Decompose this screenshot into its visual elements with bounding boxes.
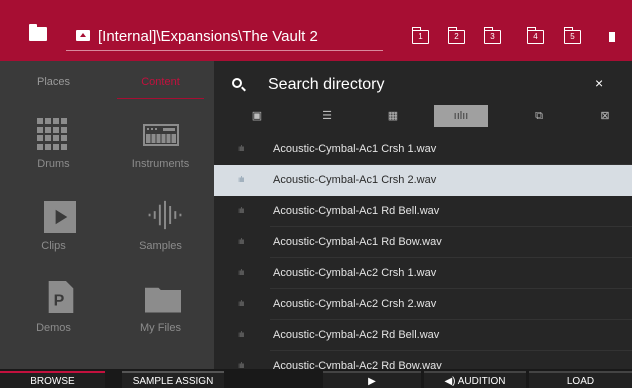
browser-main: Search directory × ▣ ☰ ▦ ıılıı ⧉ ⊠ ıılıı… bbox=[214, 61, 632, 372]
svg-text:P: P bbox=[54, 293, 65, 310]
waveform-icon bbox=[148, 200, 182, 230]
waveform-icon: ıılıı bbox=[238, 299, 245, 308]
filter-project-file-icon[interactable]: ▣ bbox=[230, 105, 284, 127]
grid-pads-icon bbox=[37, 118, 73, 150]
browse-button[interactable]: BROWSE bbox=[0, 371, 105, 388]
folder-icon[interactable] bbox=[29, 24, 47, 41]
sidebar: Places Content Drums Instruments Clips S… bbox=[0, 61, 214, 369]
search-input[interactable]: Search directory bbox=[268, 76, 385, 94]
play-button[interactable]: ▶ bbox=[323, 371, 421, 388]
close-icon[interactable]: × bbox=[595, 75, 603, 91]
favorite-slot-1[interactable]: 1 bbox=[412, 27, 429, 44]
favorite-slot-3[interactable]: 3 bbox=[484, 27, 501, 44]
search-bar[interactable]: Search directory × bbox=[214, 61, 632, 105]
search-icon[interactable] bbox=[232, 78, 242, 88]
list-item[interactable]: ıılıı Acoustic-Cymbal-Ac2 Rd Bow.wav bbox=[214, 351, 632, 372]
list-item[interactable]: ıılıı Acoustic-Cymbal-Ac2 Rd Bell.wav bbox=[214, 320, 632, 351]
demo-file-icon: P bbox=[48, 281, 74, 313]
bottom-bar: BROWSE SAMPLE ASSIGN ▶ ◀) AUDITION LOAD bbox=[0, 369, 632, 388]
filter-no-filter-icon[interactable]: ⊠ bbox=[578, 105, 632, 127]
list-item[interactable]: ıılıı Acoustic-Cymbal-Ac1 Rd Bell.wav bbox=[214, 196, 632, 227]
waveform-icon: ıılıı bbox=[238, 175, 245, 184]
filter-bar: ▣ ☰ ▦ ıılıı ⧉ ⊠ bbox=[214, 105, 632, 127]
tab-content[interactable]: Content bbox=[107, 61, 214, 103]
parent-folder-icon[interactable] bbox=[76, 30, 90, 41]
directory-path-field[interactable]: [Internal]\Expansions\The Vault 2 bbox=[66, 23, 383, 51]
keyboard-icon bbox=[143, 124, 179, 146]
waveform-icon: ıılıı bbox=[238, 144, 245, 153]
folder-icon bbox=[145, 287, 181, 313]
favorite-slot-5[interactable]: 5 bbox=[564, 27, 581, 44]
waveform-icon: ıılıı bbox=[238, 330, 245, 339]
clip-play-icon bbox=[44, 201, 76, 233]
tile-demos[interactable]: P Demos bbox=[0, 267, 107, 349]
tab-places[interactable]: Places bbox=[0, 61, 107, 103]
list-item[interactable]: ıılıı Acoustic-Cymbal-Ac2 Crsh 1.wav bbox=[214, 258, 632, 289]
list-item-selected[interactable]: ıılıı Acoustic-Cymbal-Ac1 Crsh 2.wav bbox=[214, 165, 632, 196]
filter-waveform-icon[interactable]: ıılıı bbox=[434, 105, 488, 127]
sample-assign-button[interactable]: SAMPLE ASSIGN bbox=[122, 371, 224, 388]
tile-instruments[interactable]: Instruments bbox=[107, 103, 214, 185]
menu-icon[interactable] bbox=[609, 32, 615, 42]
list-item[interactable]: ıılıı Acoustic-Cymbal-Ac1 Rd Bow.wav bbox=[214, 227, 632, 258]
waveform-icon: ıılıı bbox=[238, 206, 245, 215]
tile-clips[interactable]: Clips bbox=[0, 185, 107, 267]
filter-copy-icon[interactable]: ⧉ bbox=[512, 105, 566, 127]
list-item[interactable]: ıılıı Acoustic-Cymbal-Ac2 Crsh 2.wav bbox=[214, 289, 632, 320]
tile-my-files[interactable]: My Files bbox=[107, 267, 214, 349]
directory-path: [Internal]\Expansions\The Vault 2 bbox=[98, 28, 318, 45]
filter-sequence-icon[interactable]: ☰ bbox=[300, 105, 354, 127]
favorite-slot-2[interactable]: 2 bbox=[448, 27, 465, 44]
waveform-icon: ıılıı bbox=[238, 268, 245, 277]
load-button[interactable]: LOAD bbox=[529, 371, 632, 388]
list-item[interactable]: ıılıı Acoustic-Cymbal-Ac1 Crsh 1.wav bbox=[214, 134, 632, 165]
waveform-icon: ıılıı bbox=[238, 237, 245, 246]
favorite-slot-4[interactable]: 4 bbox=[527, 27, 544, 44]
tile-drums[interactable]: Drums bbox=[0, 103, 107, 185]
audition-button[interactable]: ◀) AUDITION bbox=[424, 371, 526, 388]
tile-samples[interactable]: Samples bbox=[107, 185, 214, 267]
filter-pads-icon[interactable]: ▦ bbox=[366, 105, 420, 127]
header-bar: [Internal]\Expansions\The Vault 2 1 2 3 … bbox=[0, 0, 632, 61]
